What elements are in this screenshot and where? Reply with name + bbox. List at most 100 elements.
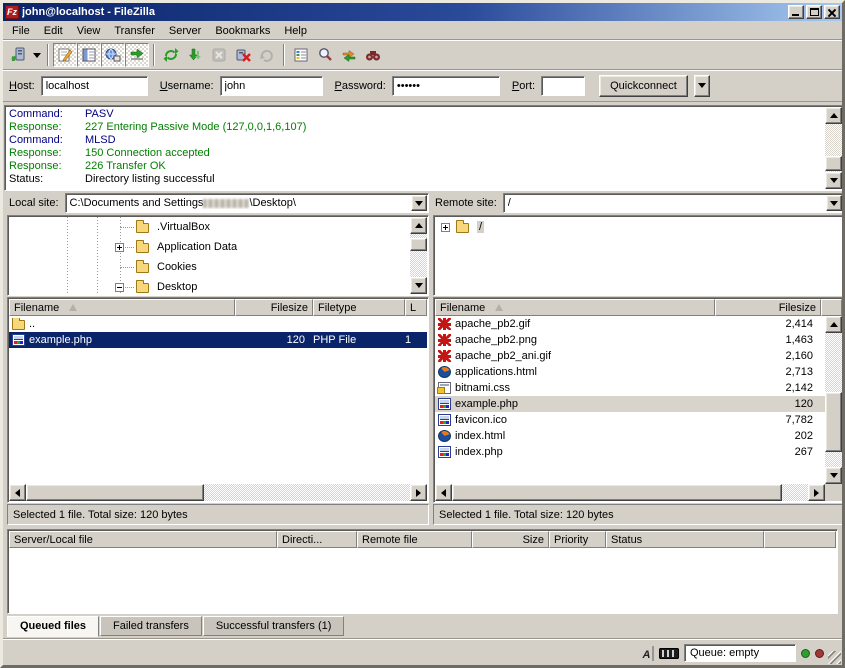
file-row[interactable]: example.php120PHP File1 (9, 332, 427, 348)
synchronized-browsing-button[interactable] (337, 43, 361, 67)
scrollbar-thumb[interactable] (825, 156, 842, 171)
scrollbar-thumb[interactable] (26, 484, 204, 501)
toolbar (3, 40, 842, 69)
remote-vertical-scrollbar[interactable] (825, 316, 842, 484)
scroll-down-button[interactable] (825, 172, 842, 189)
cancel-operation-button[interactable] (207, 43, 231, 67)
file-row[interactable]: index.php267 (435, 444, 825, 460)
refresh-button[interactable] (159, 43, 183, 67)
column-header-status[interactable]: Status (606, 531, 764, 548)
menu-item-edit[interactable]: Edit (37, 23, 70, 39)
expand-icon[interactable] (115, 243, 124, 252)
username-input[interactable] (220, 76, 323, 96)
site-manager-dropdown[interactable] (30, 43, 43, 67)
scroll-down-button[interactable] (410, 277, 427, 294)
log-scrollbar[interactable] (825, 107, 842, 189)
file-name: example.php (29, 334, 92, 346)
menu-item-bookmarks[interactable]: Bookmarks (208, 23, 277, 39)
menu-item-transfer[interactable]: Transfer (107, 23, 162, 39)
process-queue-button[interactable] (183, 43, 207, 67)
host-input[interactable] (41, 76, 148, 96)
title-bar[interactable]: john@localhost - FileZilla (3, 3, 842, 21)
tab-queued-files[interactable]: Queued files (7, 616, 99, 637)
file-row[interactable]: favicon.ico7,782 (435, 412, 825, 428)
port-input[interactable] (541, 76, 585, 96)
directory-comparison-button[interactable] (313, 43, 337, 67)
scroll-left-button[interactable] (435, 484, 452, 501)
password-input[interactable] (392, 76, 500, 96)
column-header-size[interactable]: Size (472, 531, 549, 548)
file-row[interactable]: apache_pb2.png1,463 (435, 332, 825, 348)
scroll-down-button[interactable] (825, 467, 842, 484)
column-header-last-modified[interactable]: L (405, 299, 427, 316)
column-header-filesize[interactable]: Filesize (235, 299, 313, 316)
minimize-button[interactable] (788, 5, 804, 19)
tree-item[interactable]: .VirtualBox (9, 217, 410, 237)
site-manager-button[interactable] (6, 43, 30, 67)
column-header-direction[interactable]: Directi... (277, 531, 357, 548)
expand-icon[interactable] (441, 223, 450, 232)
find-files-button[interactable] (361, 43, 385, 67)
remote-site-dropdown[interactable] (826, 195, 842, 211)
scroll-up-button[interactable] (825, 107, 842, 124)
close-button[interactable] (824, 5, 840, 19)
quickconnect-dropdown[interactable] (694, 75, 710, 97)
local-site-combo[interactable]: C:\Documents and Settings\Desktop\ (65, 193, 429, 213)
column-header-filename[interactable]: Filename (435, 299, 715, 316)
scroll-right-button[interactable] (808, 484, 825, 501)
maximize-button[interactable] (806, 5, 822, 19)
tab-failed-transfers[interactable]: Failed transfers (100, 616, 202, 636)
menu-item-server[interactable]: Server (162, 23, 208, 39)
column-header-priority[interactable]: Priority (549, 531, 606, 548)
resize-grip[interactable] (828, 651, 841, 664)
tree-item[interactable]: Application Data (9, 237, 410, 257)
file-row[interactable]: example.php120 (435, 396, 825, 412)
menu-item-help[interactable]: Help (277, 23, 314, 39)
collapse-icon[interactable] (115, 283, 124, 292)
scrollbar-thumb[interactable] (452, 484, 782, 501)
local-pane: Local site: C:\Documents and Settings\De… (7, 193, 429, 526)
tree-item[interactable]: / (435, 217, 825, 237)
reconnect-button[interactable] (255, 43, 279, 67)
remote-site-combo[interactable]: / (503, 193, 844, 213)
tree-item[interactable]: Cookies (9, 257, 410, 277)
local-horizontal-scrollbar[interactable] (9, 484, 427, 501)
local-tree-scrollbar[interactable] (410, 217, 427, 294)
disconnect-button[interactable] (231, 43, 255, 67)
css-icon (438, 382, 451, 394)
file-row[interactable]: apache_pb2.gif2,414 (435, 316, 825, 332)
column-header-remote-file[interactable]: Remote file (357, 531, 472, 548)
scroll-up-button[interactable] (825, 316, 842, 333)
scroll-right-button[interactable] (410, 484, 427, 501)
scrollbar-thumb[interactable] (410, 238, 427, 251)
menu-item-file[interactable]: File (5, 23, 37, 39)
activity-led-red-icon (815, 649, 824, 658)
tab-successful-transfers[interactable]: Successful transfers (1) (203, 616, 345, 636)
toggle-transfer-queue-button[interactable] (125, 43, 149, 67)
file-row[interactable]: applications.html2,713 (435, 364, 825, 380)
remote-pane: Remote site: / / Filename Filesize apach… (433, 193, 844, 526)
remote-horizontal-scrollbar[interactable] (435, 484, 825, 501)
file-row[interactable]: .. (9, 316, 427, 332)
column-header-filename[interactable]: Filename (9, 299, 235, 316)
toggle-message-log-button[interactable] (53, 43, 77, 67)
file-row[interactable]: bitnami.css2,142 (435, 380, 825, 396)
file-row[interactable]: index.html202 (435, 428, 825, 444)
scrollbar-thumb[interactable] (825, 392, 842, 452)
scroll-up-button[interactable] (410, 217, 427, 234)
scroll-left-button[interactable] (9, 484, 26, 501)
column-header-filetype[interactable]: Filetype (313, 299, 405, 316)
menu-item-view[interactable]: View (70, 23, 108, 39)
toggle-local-tree-button[interactable] (77, 43, 101, 67)
local-site-dropdown[interactable] (411, 195, 427, 211)
quickconnect-button[interactable]: Quickconnect (599, 75, 688, 97)
file-row[interactable]: apache_pb2_ani.gif2,160 (435, 348, 825, 364)
toggle-remote-tree-button[interactable] (101, 43, 125, 67)
local-tree-box: .VirtualBoxApplication DataCookiesDeskto… (7, 215, 429, 296)
tree-item[interactable]: Desktop (9, 277, 410, 294)
column-header-server-local-file[interactable]: Server/Local file (9, 531, 277, 548)
column-header-filesize[interactable]: Filesize (715, 299, 821, 316)
scrollbar-corner (825, 484, 842, 501)
directory-filters-button[interactable] (289, 43, 313, 67)
transfer-queue: Server/Local file Directi... Remote file… (7, 529, 838, 614)
